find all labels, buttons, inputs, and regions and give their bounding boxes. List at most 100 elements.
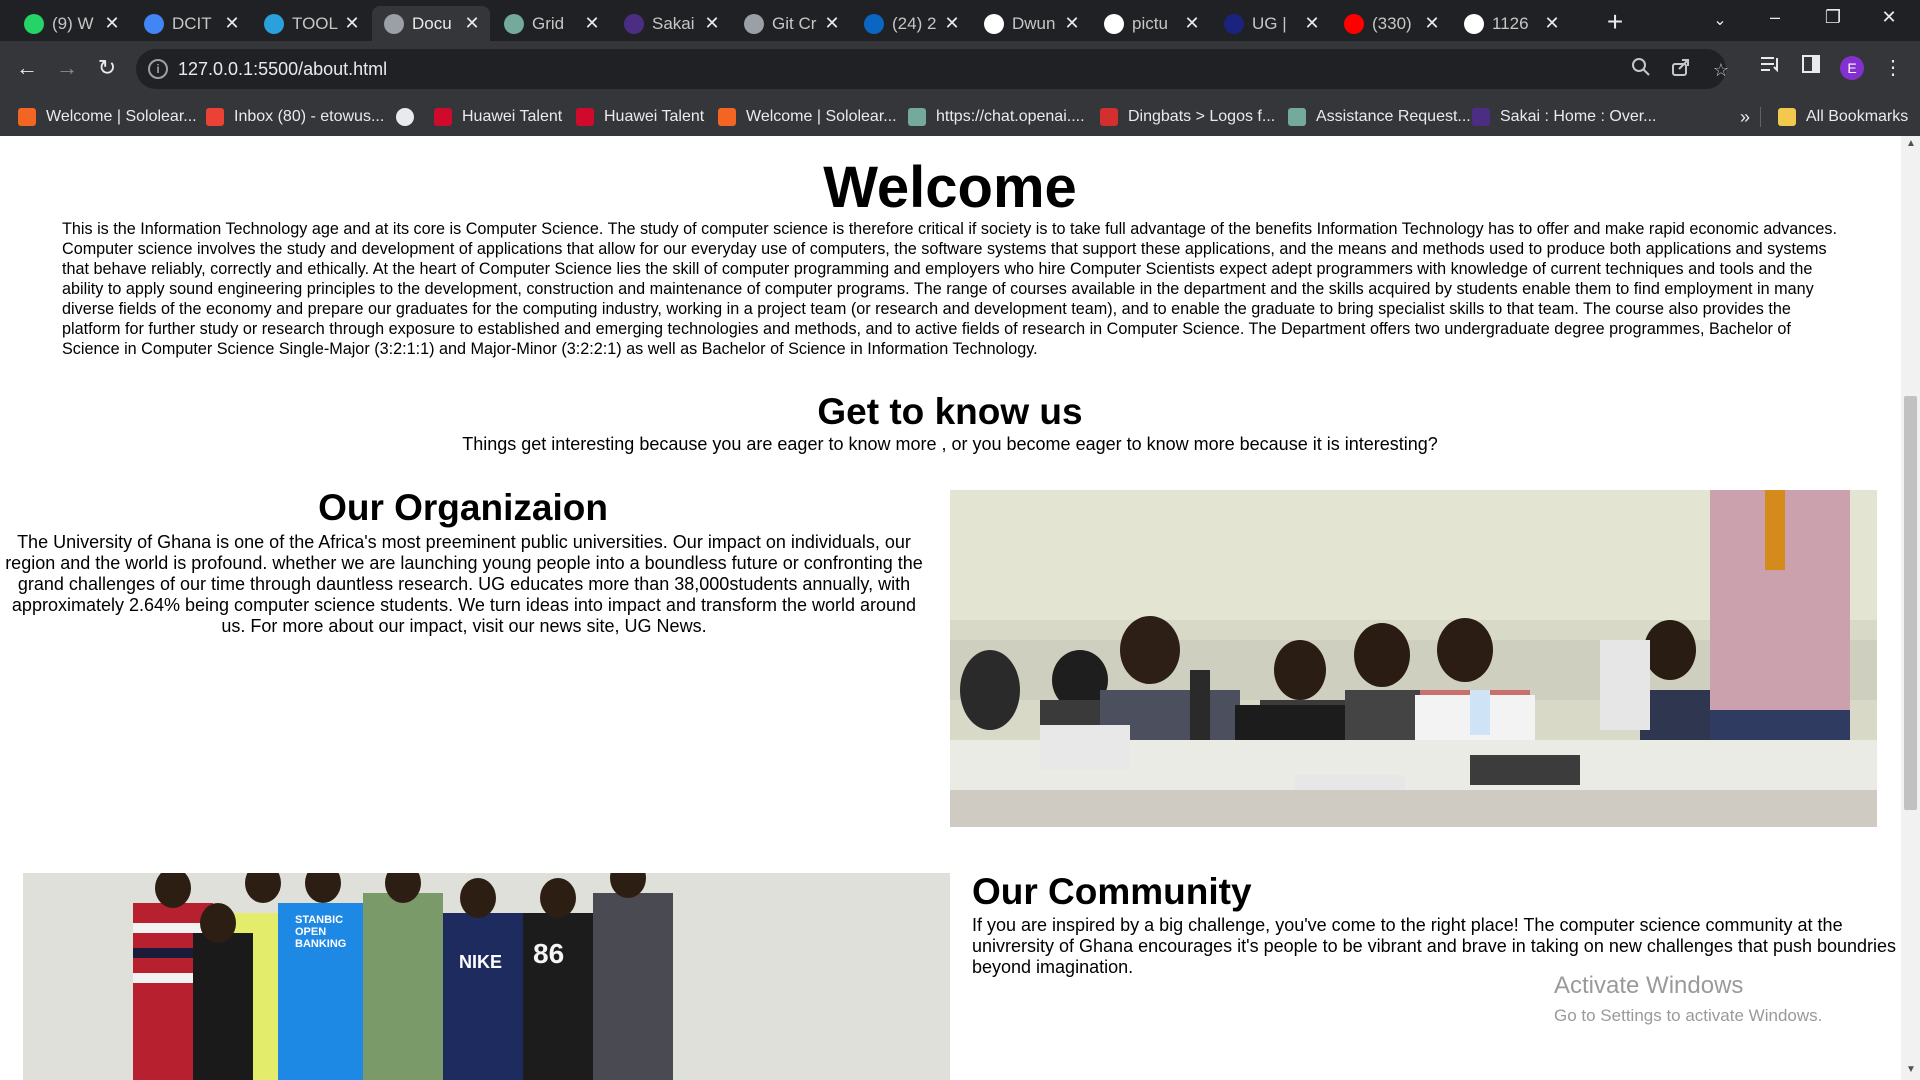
bookmark-item[interactable]: Welcome | Sololear... [18, 105, 197, 129]
tab[interactable]: (330) ✕ [1332, 6, 1450, 41]
telegram-icon [264, 13, 284, 34]
close-tab-icon[interactable]: ✕ [580, 13, 604, 34]
close-tab-icon[interactable]: ✕ [1300, 13, 1324, 34]
close-tab-icon[interactable]: ✕ [820, 13, 844, 34]
folder-icon [1778, 108, 1796, 126]
tab[interactable]: Docu ✕ [372, 6, 490, 41]
bookmark-star-icon[interactable]: ☆ [1708, 57, 1734, 83]
profile-avatar[interactable]: E [1840, 56, 1864, 80]
scroll-up-arrow-icon[interactable]: ▲ [1906, 138, 1916, 149]
organization-heading: Our Organizaion [318, 487, 608, 528]
reload-button[interactable]: ↻ [90, 51, 124, 85]
close-tab-icon[interactable]: ✕ [1180, 13, 1204, 34]
browser-window: (9) W ✕ DCIT ✕ TOOL ✕ Docu ✕ Grid ✕ Sakai ✕ Git Cr ✕(… [0, 0, 1920, 1080]
google-icon [1104, 13, 1124, 34]
sololearn-icon [18, 108, 36, 126]
close-tab-icon[interactable]: ✕ [100, 13, 124, 34]
zoom-icon[interactable] [1628, 57, 1654, 83]
tab-title: DCIT [172, 13, 212, 33]
openai-icon [908, 108, 926, 126]
tab[interactable]: Dwun ✕ [972, 6, 1090, 41]
shirt-print-nike: NIKE [459, 952, 502, 972]
bookmarks-bar: Welcome | Sololear... Inbox (80) - etowus… [0, 99, 1920, 136]
share-icon[interactable] [1668, 57, 1694, 83]
bookmark-item[interactable]: Dingbats > Logos f... [1100, 105, 1275, 129]
close-window-button[interactable]: ✕ [1866, 0, 1912, 36]
close-tab-icon[interactable]: ✕ [700, 13, 724, 34]
tab-strip: (9) W ✕ DCIT ✕ TOOL ✕ Docu ✕ Grid ✕ Sakai ✕ Git Cr ✕(… [0, 0, 1920, 41]
toolbar: ← → ↻ i 127.0.0.1:5500/about.html ☆ E ⋮ [0, 41, 1920, 99]
tab[interactable]: (24) 2 ✕ [852, 6, 970, 41]
bookmark-item[interactable]: Assistance Request... [1288, 105, 1471, 129]
new-tab-button[interactable]: + [1598, 6, 1632, 40]
bookmark-label: Sakai : Home : Over... [1500, 108, 1657, 125]
url-text: 127.0.0.1:5500/about.html [178, 59, 388, 79]
globe-icon [744, 13, 764, 34]
scroll-down-arrow-icon[interactable]: ▼ [1906, 1064, 1916, 1075]
bookmark-item[interactable]: Huawei Talent [434, 105, 562, 129]
bookmark-label: https://chat.openai.... [936, 108, 1085, 125]
ug-icon [1224, 13, 1244, 34]
get-to-know-us-heading: Get to know us [817, 391, 1083, 432]
back-button[interactable]: ← [10, 51, 44, 85]
tab[interactable]: (9) W ✕ [12, 6, 130, 41]
tab-search-button[interactable]: ⌄ [1705, 6, 1735, 36]
openai-icon [1288, 108, 1306, 126]
page-scrollbar[interactable]: ▲ ▼ [1901, 136, 1920, 1080]
classroom-photo [950, 490, 1877, 827]
shirt-print-open: OPEN [295, 926, 326, 938]
close-tab-icon[interactable]: ✕ [1420, 13, 1444, 34]
youtube-icon [1344, 13, 1364, 34]
close-tab-icon[interactable]: ✕ [340, 13, 364, 34]
close-tab-icon[interactable]: ✕ [460, 13, 484, 34]
tab-title: Dwun [1012, 13, 1056, 33]
bookmark-item[interactable]: Inbox (80) - etowus... [206, 105, 384, 129]
tab[interactable]: TOOL ✕ [252, 6, 370, 41]
restore-button[interactable]: ❐ [1810, 0, 1856, 36]
huawei-icon [576, 108, 594, 126]
bookmarks-divider [1760, 107, 1761, 127]
bookmark-label: Huawei Talent [604, 108, 705, 125]
bookmarks-overflow-button[interactable]: » [1740, 105, 1750, 129]
whatsapp-icon [24, 13, 44, 34]
tab[interactable]: pictu ✕ [1092, 6, 1210, 41]
huawei-icon [434, 108, 452, 126]
bookmark-item[interactable]: https://chat.openai.... [908, 105, 1085, 129]
address-bar[interactable]: i 127.0.0.1:5500/about.html ☆ [136, 49, 1729, 89]
bookmark-item[interactable]: Sakai : Home : Over... [1472, 105, 1657, 129]
dingbats-icon [1100, 108, 1118, 126]
close-tab-icon[interactable]: ✕ [1060, 13, 1084, 34]
shirt-print-86: 86 [533, 938, 564, 969]
get-to-know-us-subtitle: Things get interesting because you are e… [462, 434, 1438, 454]
tab[interactable]: Sakai ✕ [612, 6, 730, 41]
github-icon [1464, 13, 1484, 34]
tab[interactable]: Grid ✕ [492, 6, 610, 41]
intro-paragraph: This is the Information Technology age a… [62, 220, 1837, 358]
tab[interactable]: Git Cr ✕ [732, 6, 850, 41]
bookmark-item[interactable]: Welcome | Sololear... [718, 105, 897, 129]
sakai-icon [624, 13, 644, 34]
tab[interactable]: UG | ✕ [1212, 6, 1330, 41]
minimize-button[interactable]: – [1752, 0, 1798, 36]
menu-kebab-icon[interactable]: ⋮ [1876, 51, 1910, 85]
bookmark-label: Welcome | Sololear... [746, 108, 897, 125]
organization-paragraph: The University of Ghana is one of the Af… [5, 532, 923, 636]
close-tab-icon[interactable]: ✕ [940, 13, 964, 34]
close-tab-icon[interactable]: ✕ [1540, 13, 1564, 34]
tab[interactable]: 1126 ✕ [1452, 6, 1570, 41]
reading-list-icon[interactable] [1754, 51, 1788, 85]
page-viewport: Welcome This is the Information Technolo… [0, 136, 1920, 1080]
sakai-icon [1472, 108, 1490, 126]
all-bookmarks-button[interactable]: All Bookmarks [1778, 105, 1908, 129]
tab[interactable]: DCIT ✕ [132, 6, 250, 41]
site-info-icon[interactable]: i [148, 59, 168, 79]
scrollbar-thumb[interactable] [1904, 396, 1917, 810]
bookmark-item[interactable]: Huawei Talent [576, 105, 704, 129]
tab-title: Grid [532, 13, 565, 33]
page-title: Welcome [823, 155, 1077, 220]
bookmark-item[interactable] [396, 105, 424, 129]
side-panel-icon[interactable] [1794, 51, 1828, 85]
bookmark-label: Welcome | Sololear... [46, 108, 197, 125]
close-tab-icon[interactable]: ✕ [220, 13, 244, 34]
forward-button[interactable]: → [50, 51, 84, 85]
